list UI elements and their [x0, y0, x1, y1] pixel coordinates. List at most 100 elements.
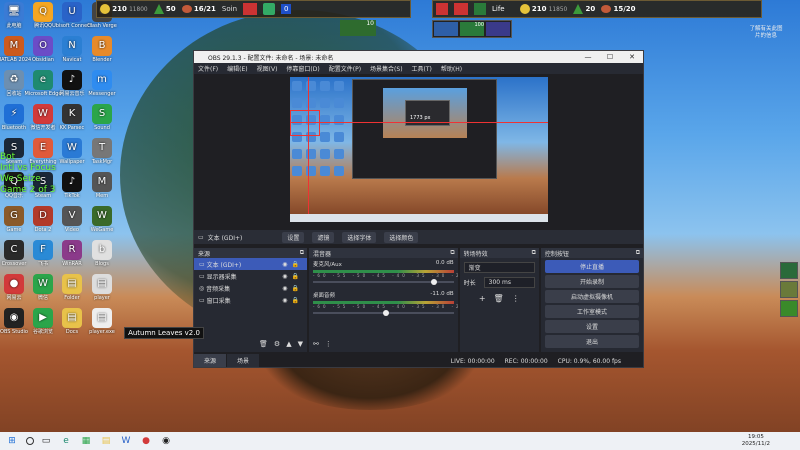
desktop-icon[interactable]: M Mem: [80, 172, 124, 199]
edge-icon[interactable]: e: [58, 434, 74, 448]
clock-time: 19:05: [747, 434, 764, 440]
flag-icon: [454, 3, 468, 15]
desktop-icon[interactable]: ▤ player.exe: [80, 308, 124, 335]
monitor-icon: ▭: [199, 272, 205, 280]
volume-slider[interactable]: [312, 279, 454, 285]
settings-button[interactable]: 设置: [544, 320, 639, 333]
transition-select[interactable]: 渐变: [463, 262, 535, 273]
desktop-icon-label: Blender: [92, 57, 112, 63]
source-label: 窗口采集: [206, 297, 231, 305]
dock-float-icon[interactable]: ⧉: [532, 249, 536, 257]
source-item[interactable]: ▭ 文本 (GDI+) ◉🔒: [194, 258, 307, 270]
start-recording-button[interactable]: 开始录制: [544, 275, 639, 288]
menu-scene-collection[interactable]: 场景集合(S): [370, 64, 403, 73]
link-icon[interactable]: ⚯: [313, 340, 319, 348]
stop-streaming-button[interactable]: 停止直播: [544, 260, 639, 273]
properties-button[interactable]: 设置: [282, 231, 305, 243]
start-virtual-camera-button[interactable]: 启动虚拟摄像机: [544, 290, 639, 303]
trash-icon[interactable]: 🗑: [494, 294, 504, 303]
visibility-lock-icons[interactable]: ◉🔒: [282, 297, 303, 304]
food-value-right: 15/20: [613, 5, 636, 13]
selection-box[interactable]: [290, 110, 320, 136]
taskview-icon[interactable]: ▭: [38, 434, 54, 448]
down-arrow-icon[interactable]: ▼: [298, 340, 303, 348]
volume-slider[interactable]: [312, 310, 454, 316]
menu-view[interactable]: 视图(V): [257, 64, 278, 73]
game-hud-left: 210 11800 50 16/21 Soin 0: [96, 0, 411, 18]
tab-sources[interactable]: 来源: [194, 354, 227, 367]
dock-float-icon[interactable]: ⧉: [636, 249, 640, 257]
activate-line-1: 了解有关此图: [749, 26, 783, 32]
text-source-icon: ▭: [199, 260, 205, 268]
app-icon: K: [62, 104, 82, 124]
app-icon: W: [62, 138, 82, 158]
obs-titlebar[interactable]: OBS 29.1.3 - 配置文件: 未命名 - 场景: 未命名 — ☐ ✕: [194, 51, 643, 63]
more-icon[interactable]: ⋮: [512, 294, 520, 303]
app-icon: ▤: [62, 308, 82, 328]
close-icon[interactable]: ✕: [621, 51, 643, 63]
menu-edit[interactable]: 编辑(E): [227, 64, 247, 73]
app-icon[interactable]: ●: [138, 434, 154, 448]
live-status: LIVE: 00:00:00: [450, 357, 495, 365]
gear-icon[interactable]: ⚙: [274, 340, 280, 348]
desktop-icon[interactable]: T TaskMgr: [80, 138, 124, 165]
slider-handle[interactable]: [430, 279, 437, 285]
source-item[interactable]: ◎ 音频采集 ◉🔒: [194, 282, 307, 294]
portrait-icon: [780, 262, 798, 279]
add-icon[interactable]: +: [479, 294, 486, 303]
app-icon[interactable]: ▦: [78, 434, 94, 448]
visibility-lock-icons[interactable]: ◉🔒: [282, 261, 303, 268]
visibility-lock-icons[interactable]: ◉🔒: [282, 273, 303, 280]
lumber-icon: [153, 4, 164, 14]
desktop-icon[interactable]: m Messenger: [80, 70, 124, 97]
obs-window[interactable]: OBS 29.1.3 - 配置文件: 未命名 - 场景: 未命名 — ☐ ✕ 文…: [193, 50, 644, 368]
desktop-icon-label: Clash Verge: [87, 23, 117, 29]
menu-docks[interactable]: 停靠窗口(D): [286, 64, 319, 73]
obs-menubar: 文件(F) 编辑(E) 视图(V) 停靠窗口(D) 配置文件(P) 场景集合(S…: [194, 63, 643, 74]
filters-button[interactable]: 滤镜: [312, 231, 335, 243]
menu-help[interactable]: 帮助(H): [441, 64, 462, 73]
minimize-icon[interactable]: —: [577, 51, 599, 63]
track-db: 0.0 dB: [435, 260, 454, 266]
tab-scenes[interactable]: 场景: [227, 354, 260, 367]
system-clock[interactable]: 19:05 2025/11/2: [742, 434, 770, 448]
select-font-button[interactable]: 选择字体: [342, 231, 377, 243]
studio-mode-button[interactable]: 工作室模式: [544, 305, 639, 318]
lumber-icon: [573, 4, 584, 14]
search-icon[interactable]: [26, 437, 34, 445]
app-icon[interactable]: W: [118, 434, 134, 448]
portrait-icon: [780, 281, 798, 298]
desktop-icon[interactable]: B Blender: [80, 36, 124, 63]
app-icon: ▤: [92, 308, 112, 328]
exit-button[interactable]: 退出: [544, 335, 639, 348]
up-arrow-icon[interactable]: ▲: [286, 340, 291, 348]
maximize-icon[interactable]: ☐: [599, 51, 621, 63]
obs-preview[interactable]: 1773 px: [290, 77, 548, 222]
menu-profile[interactable]: 配置文件(P): [329, 64, 361, 73]
app-icon: V: [62, 206, 82, 226]
app-icon: ▤: [62, 274, 82, 294]
desktop-icon[interactable]: S Sound: [80, 104, 124, 131]
explorer-icon[interactable]: ▤: [98, 434, 114, 448]
slider-handle[interactable]: [382, 310, 389, 316]
menu-tools[interactable]: 工具(T): [412, 64, 432, 73]
guide-line-h: [290, 122, 548, 123]
activate-notice[interactable]: 了解有关此图 片的信息: [736, 26, 796, 40]
source-item[interactable]: ▭ 显示器采集 ◉🔒: [194, 270, 307, 282]
dock-float-icon[interactable]: ⧉: [300, 249, 304, 257]
trash-icon[interactable]: 🗑: [259, 340, 268, 348]
obs-taskbar-icon[interactable]: ◉: [158, 434, 174, 448]
desktop-icon[interactable]: b Blogs: [80, 240, 124, 267]
desktop-icon-label: Sound: [94, 125, 110, 131]
source-item[interactable]: ▭ 窗口采集 ◉🔒: [194, 294, 307, 306]
select-color-button[interactable]: 选择颜色: [384, 231, 419, 243]
duration-input[interactable]: 300 ms: [483, 277, 535, 288]
desktop-icon[interactable]: ▤ player: [80, 274, 124, 301]
menu-file[interactable]: 文件(F): [198, 64, 218, 73]
visibility-lock-icons[interactable]: ◉🔒: [282, 285, 303, 292]
start-icon[interactable]: ⊞: [4, 434, 20, 448]
desktop-icon[interactable]: W WeGame: [80, 206, 124, 233]
more-icon[interactable]: ⋮: [325, 340, 332, 348]
dock-float-icon[interactable]: ⧉: [450, 249, 454, 257]
hero-level-badge: 10: [340, 20, 376, 36]
